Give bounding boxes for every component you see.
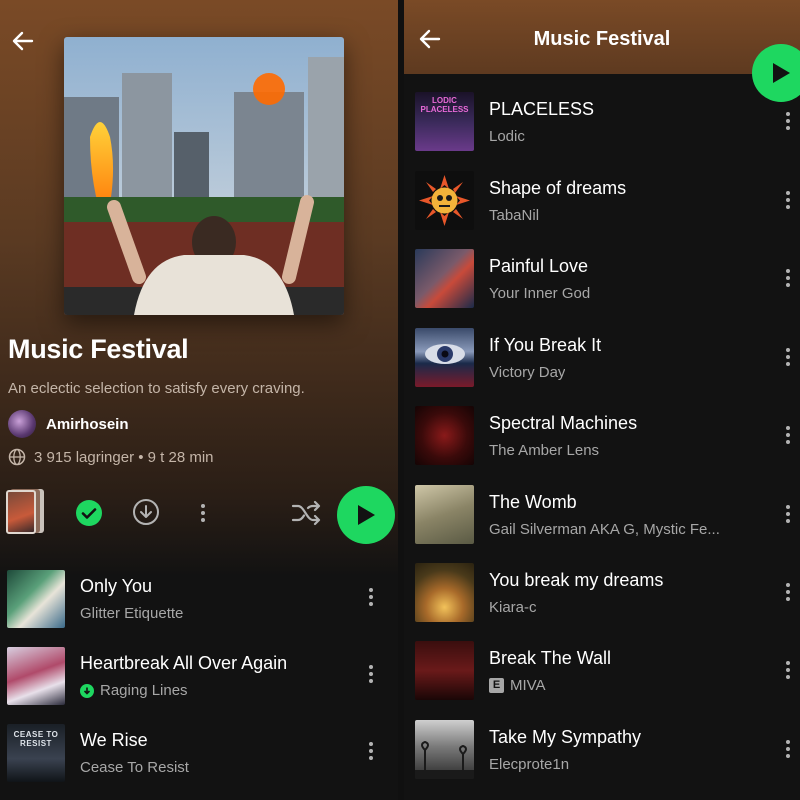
track-row[interactable]: The Womb Gail Silverman AKA G, Mystic Fe… [404,485,800,549]
track-artist: Your Inner God [489,285,591,302]
globe-icon [8,448,26,466]
playlist-panel: Music Festival An eclectic selection to … [0,0,398,800]
download-button[interactable] [131,497,161,527]
playlist-stats: 3 915 lagringer • 9 t 28 min [8,448,214,466]
track-title: Break The Wall [489,648,612,668]
download-icon [133,499,159,525]
track-title: Painful Love [489,256,589,276]
track-more-button[interactable] [778,185,798,215]
track-row[interactable]: Break The Wall E MIVA [404,641,800,705]
owner-name: Amirhosein [46,415,129,433]
track-row[interactable]: You break my dreams Kiara-c [404,563,800,627]
track-more-button[interactable] [778,420,798,450]
track-title: PLACELESS [489,99,595,119]
track-more-button[interactable] [778,263,798,293]
track-artwork [7,647,65,705]
track-row[interactable]: LODIC PLACELESS PLACELESS Lodic [404,92,800,156]
track-row[interactable]: Shape of dreams TabaNil [404,171,800,235]
track-row[interactable]: Take My Sympathy Elecprote1n [404,720,800,784]
explicit-badge: E [489,678,504,693]
shuffle-button[interactable] [290,498,322,528]
track-more-button[interactable] [778,734,798,764]
track-artwork [415,485,474,544]
back-button[interactable] [8,26,38,56]
downloaded-icon [80,683,94,698]
track-artwork [415,328,474,387]
track-title: Shape of dreams [489,178,627,198]
playlist-title: Music Festival [8,334,189,364]
play-button[interactable] [337,486,395,544]
track-artist: Raging Lines [80,682,188,699]
track-artwork: CEASE TO RESIST [7,724,65,782]
track-more-button[interactable] [361,659,381,689]
track-title: Heartbreak All Over Again [80,653,288,673]
track-more-button[interactable] [778,106,798,136]
playlist-description: An eclectic selection to satisfy every c… [8,380,305,397]
track-title: You break my dreams [489,570,664,590]
artwork-text: LODIC PLACELESS [420,96,469,114]
track-artist: E MIVA [489,677,546,694]
track-artist: Lodic [489,128,525,145]
track-artist: TabaNil [489,207,540,224]
stats-text: 3 915 lagringer • 9 t 28 min [34,448,214,466]
track-artwork: LODIC PLACELESS [415,92,474,151]
track-title: The Womb [489,492,577,512]
track-artist: Kiara-c [489,599,537,616]
check-circle-icon [76,500,102,526]
playlist-actions [0,486,398,544]
track-title: If You Break It [489,335,602,355]
track-artist: Victory Day [489,364,566,381]
track-more-button[interactable] [361,582,381,612]
track-title: Only You [80,576,153,596]
track-title: We Rise [80,730,148,750]
shuffle-icon [291,500,321,526]
track-title: Spectral Machines [489,413,638,433]
track-more-button[interactable] [361,736,381,766]
more-options-button[interactable] [193,498,213,528]
track-artwork [415,563,474,622]
playlist-scrolled-panel: Music Festival LODIC PLACELESS PLACELESS… [404,0,800,800]
artwork-text: CEASE TO RESIST [13,730,59,748]
track-artist: Gail Silverman AKA G, Mystic Fe... [489,521,720,538]
track-row[interactable]: Only You Glitter Etiquette [0,570,398,632]
track-row[interactable]: Heartbreak All Over Again Raging Lines [0,647,398,709]
track-more-button[interactable] [778,577,798,607]
track-more-button[interactable] [778,655,798,685]
track-artwork [415,720,474,779]
track-artwork [415,171,474,230]
track-artist: Elecprote1n [489,756,570,773]
track-artist: The Amber Lens [489,442,600,459]
track-artwork [415,249,474,308]
track-artist: Glitter Etiquette [80,605,184,622]
playlist-owner[interactable]: Amirhosein [8,410,129,438]
track-more-button[interactable] [778,342,798,372]
track-artist: Cease To Resist [80,759,189,776]
track-more-button[interactable] [778,499,798,529]
track-artwork [415,406,474,465]
track-artwork [7,570,65,628]
track-row[interactable]: Painful Love Your Inner God [404,249,800,313]
play-icon [773,63,790,83]
header-title: Music Festival [533,28,671,50]
track-row[interactable]: If You Break It Victory Day [404,328,800,392]
playlist-mini-cover[interactable] [6,488,44,534]
playlist-cover [64,37,344,315]
collapsed-header: Music Festival [404,0,800,74]
track-artwork [415,641,474,700]
track-row[interactable]: Spectral Machines The Amber Lens [404,406,800,470]
track-row[interactable]: CEASE TO RESIST We Rise Cease To Resist [0,724,398,786]
play-icon [358,505,375,525]
track-title: Take My Sympathy [489,727,642,747]
avatar [8,410,36,438]
back-arrow-icon [12,31,34,51]
saved-button[interactable] [74,498,104,528]
